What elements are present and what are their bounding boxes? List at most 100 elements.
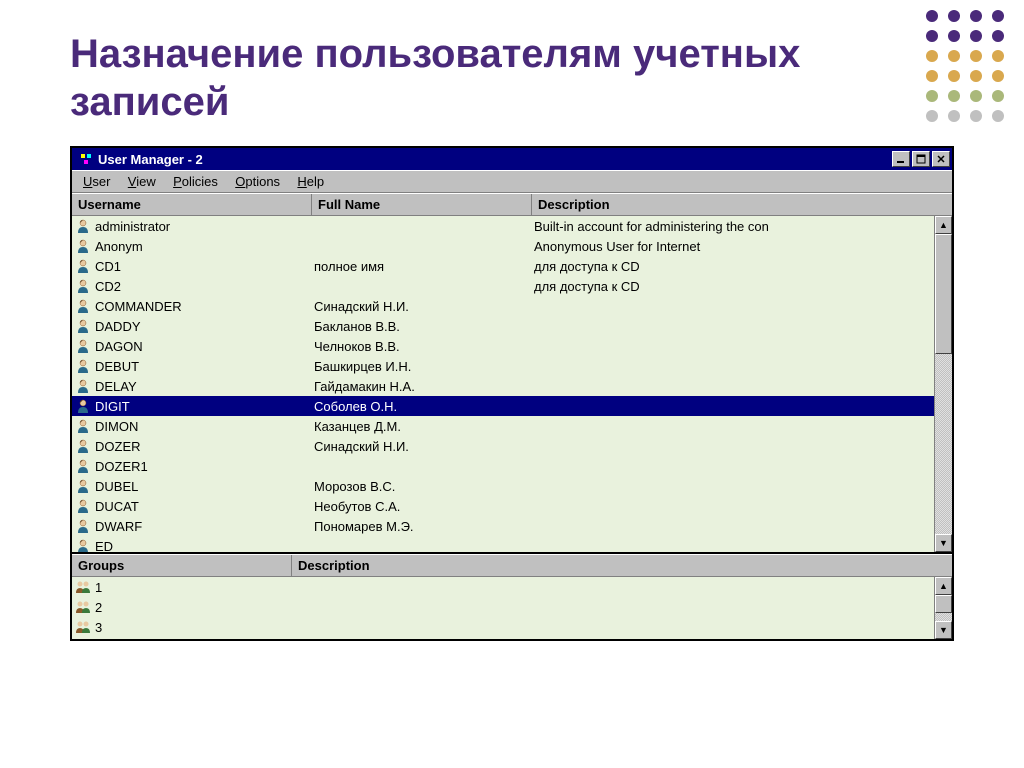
cell-fullname: Синадский Н.И.: [314, 299, 534, 314]
close-button[interactable]: [932, 151, 950, 167]
user-icon: [74, 397, 92, 415]
cell-description: для доступа к CD: [534, 279, 934, 294]
user-icon: [74, 237, 92, 255]
user-manager-window: User Manager - 2 User View Policies Opti…: [70, 146, 954, 641]
user-icon: [74, 457, 92, 475]
user-icon: [74, 537, 92, 552]
cell-username: ED: [95, 539, 314, 553]
cell-fullname: Челноков В.В.: [314, 339, 534, 354]
user-row[interactable]: DOZERСинадский Н.И.: [72, 436, 934, 456]
decorative-dots: [926, 10, 1004, 130]
cell-username: CD1: [95, 259, 314, 274]
user-icon: [74, 297, 92, 315]
cell-username: DOZER: [95, 439, 314, 454]
group-icon: [74, 578, 92, 596]
scroll-track[interactable]: [935, 595, 952, 621]
col-groups[interactable]: Groups: [72, 555, 292, 577]
user-row[interactable]: DADDYБакланов В.В.: [72, 316, 934, 336]
scroll-up-button[interactable]: ▲: [935, 577, 952, 595]
scroll-down-button[interactable]: ▼: [935, 534, 952, 552]
user-icon: [74, 477, 92, 495]
maximize-button[interactable]: [912, 151, 930, 167]
users-list[interactable]: administratorBuilt-in account for admini…: [72, 216, 934, 552]
scroll-thumb[interactable]: [935, 234, 952, 354]
group-icon: [74, 618, 92, 636]
user-row[interactable]: DELAYГайдамакин Н.А.: [72, 376, 934, 396]
menu-help[interactable]: Help: [290, 173, 331, 190]
col-fullname[interactable]: Full Name: [312, 194, 532, 216]
user-row[interactable]: DAGONЧелноков В.В.: [72, 336, 934, 356]
menu-options[interactable]: Options: [228, 173, 287, 190]
user-icon: [74, 337, 92, 355]
group-row[interactable]: 1: [72, 577, 934, 597]
cell-fullname: Морозов В.С.: [314, 479, 534, 494]
user-icon: [74, 377, 92, 395]
col-username[interactable]: Username: [72, 194, 312, 216]
user-icon: [74, 417, 92, 435]
user-row[interactable]: DEBUTБашкирцев И.Н.: [72, 356, 934, 376]
menu-policies[interactable]: Policies: [166, 173, 225, 190]
app-icon: [78, 151, 94, 167]
menubar: User View Policies Options Help: [72, 170, 952, 193]
user-row[interactable]: DOZER1: [72, 456, 934, 476]
user-icon: [74, 317, 92, 335]
menu-user[interactable]: User: [76, 173, 117, 190]
cell-username: DEBUT: [95, 359, 314, 374]
cell-username: DUCAT: [95, 499, 314, 514]
col-description[interactable]: Description: [532, 194, 952, 216]
user-icon: [74, 517, 92, 535]
cell-group-name: 1: [95, 580, 102, 595]
groups-pane: 1 2 3 ▲ ▼: [72, 577, 952, 639]
user-row[interactable]: DUCATНеобутов С.А.: [72, 496, 934, 516]
cell-username: DWARF: [95, 519, 314, 534]
cell-username: CD2: [95, 279, 314, 294]
user-icon: [74, 357, 92, 375]
users-scrollbar[interactable]: ▲ ▼: [934, 216, 952, 552]
user-row[interactable]: administratorBuilt-in account for admini…: [72, 216, 934, 236]
user-row[interactable]: ED: [72, 536, 934, 552]
cell-description: Anonymous User for Internet: [534, 239, 934, 254]
cell-fullname: полное имя: [314, 259, 534, 274]
user-row[interactable]: COMMANDERСинадский Н.И.: [72, 296, 934, 316]
cell-fullname: Башкирцев И.Н.: [314, 359, 534, 374]
cell-username: DIGIT: [95, 399, 314, 414]
users-pane: administratorBuilt-in account for admini…: [72, 216, 952, 554]
scroll-track[interactable]: [935, 234, 952, 534]
cell-fullname: Соболев О.Н.: [314, 399, 534, 414]
cell-fullname: Пономарев М.Э.: [314, 519, 534, 534]
user-row[interactable]: DWARFПономарев М.Э.: [72, 516, 934, 536]
scroll-up-button[interactable]: ▲: [935, 216, 952, 234]
user-row[interactable]: DIGITСоболев О.Н.: [72, 396, 934, 416]
group-row[interactable]: 2: [72, 597, 934, 617]
col-groups-description[interactable]: Description: [292, 555, 952, 577]
cell-username: DAGON: [95, 339, 314, 354]
cell-username: DADDY: [95, 319, 314, 334]
user-icon: [74, 437, 92, 455]
user-row[interactable]: Anonym Anonymous User for Internet: [72, 236, 934, 256]
user-row[interactable]: DUBELМорозов В.С.: [72, 476, 934, 496]
user-icon: [74, 497, 92, 515]
cell-username: Anonym: [95, 239, 314, 254]
cell-fullname: Синадский Н.И.: [314, 439, 534, 454]
user-row[interactable]: DIMONКазанцев Д.М.: [72, 416, 934, 436]
group-row[interactable]: 3: [72, 617, 934, 637]
cell-username: DIMON: [95, 419, 314, 434]
user-icon: [74, 277, 92, 295]
group-icon: [74, 598, 92, 616]
groups-scrollbar[interactable]: ▲ ▼: [934, 577, 952, 639]
scroll-thumb[interactable]: [935, 595, 952, 613]
cell-username: COMMANDER: [95, 299, 314, 314]
scroll-down-button[interactable]: ▼: [935, 621, 952, 639]
cell-username: DELAY: [95, 379, 314, 394]
cell-fullname: Казанцев Д.М.: [314, 419, 534, 434]
cell-description: Built-in account for administering the c…: [534, 219, 934, 234]
cell-group-name: 3: [95, 620, 102, 635]
user-row[interactable]: CD1полное имядля доступа к CD: [72, 256, 934, 276]
minimize-button[interactable]: [892, 151, 910, 167]
menu-view[interactable]: View: [121, 173, 163, 190]
window-title: User Manager - 2: [98, 152, 890, 167]
user-row[interactable]: CD2 для доступа к CD: [72, 276, 934, 296]
cell-username: DOZER1: [95, 459, 314, 474]
cell-fullname: Необутов С.А.: [314, 499, 534, 514]
groups-list[interactable]: 1 2 3: [72, 577, 934, 639]
